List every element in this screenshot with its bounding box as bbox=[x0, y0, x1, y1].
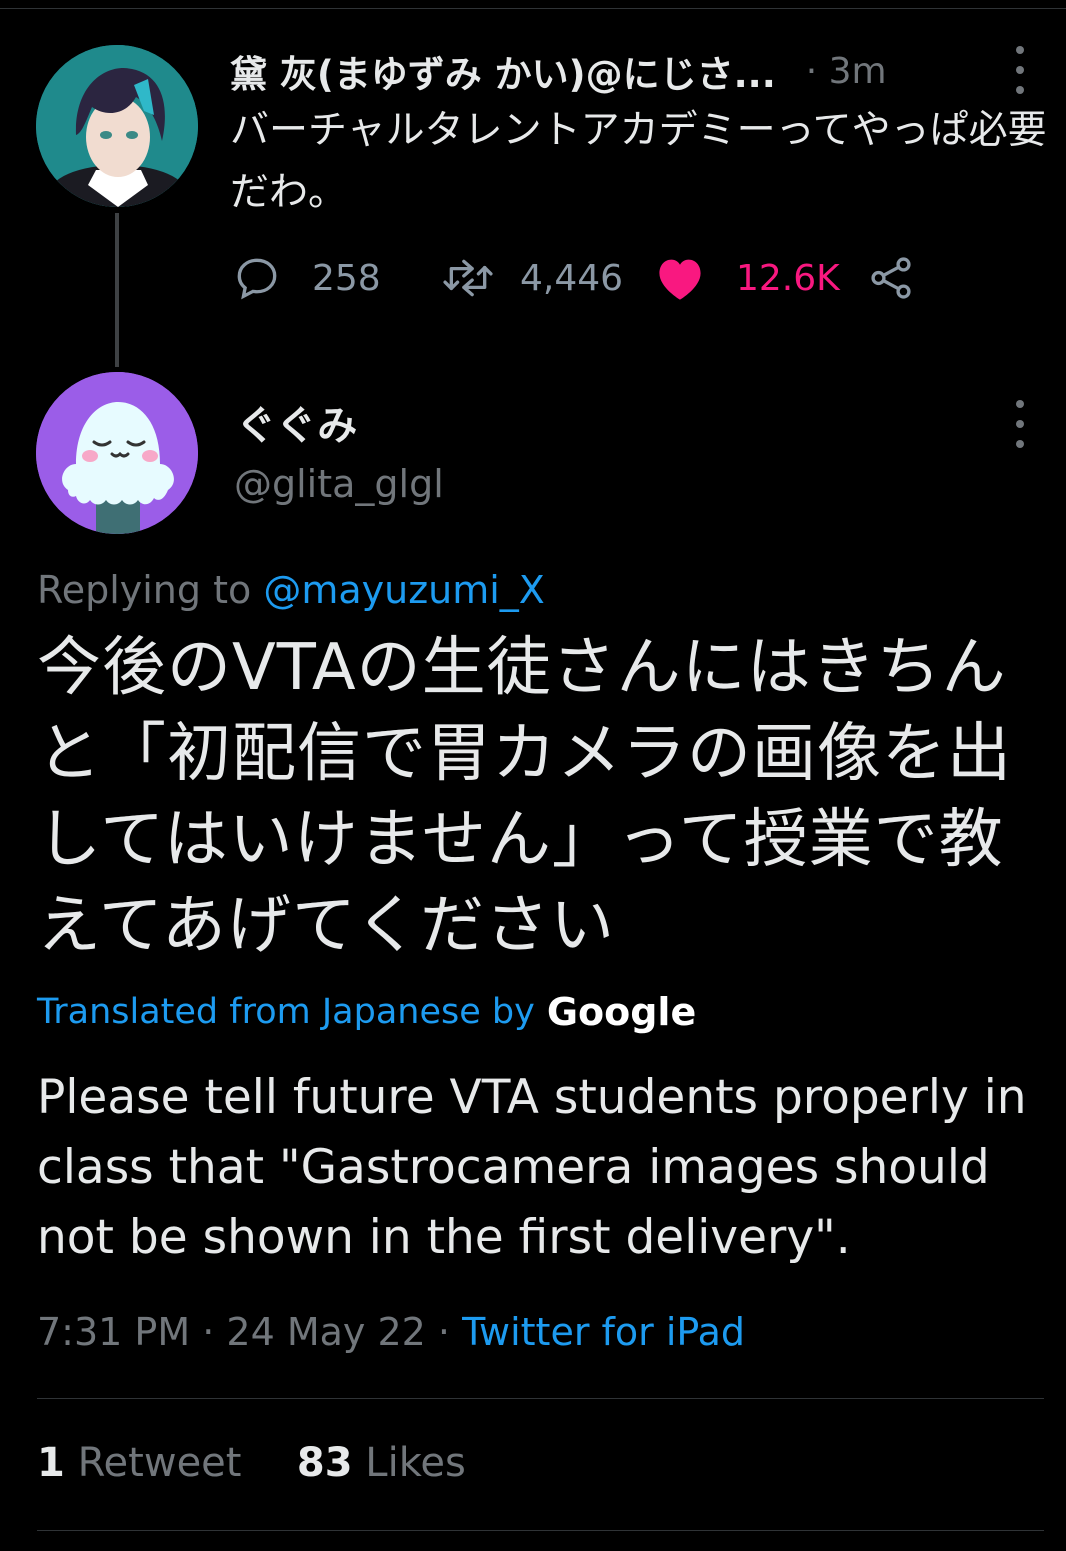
parent-action-bar: 258 4,446 12.6K bbox=[232, 250, 952, 306]
likes-stat[interactable]: 83 Likes bbox=[297, 1440, 466, 1486]
reply-button[interactable]: 258 bbox=[232, 250, 381, 306]
like-button[interactable]: 12.6K bbox=[654, 250, 840, 306]
retweet-total-label: Retweet bbox=[77, 1440, 242, 1486]
share-icon bbox=[871, 257, 911, 299]
tweet-source-link[interactable]: Twitter for iPad bbox=[462, 1310, 745, 1354]
more-options-icon[interactable] bbox=[1008, 400, 1032, 448]
like-total-label: Likes bbox=[365, 1440, 466, 1486]
heart-icon bbox=[659, 259, 701, 300]
share-button[interactable] bbox=[866, 250, 916, 306]
reply-display-name[interactable]: ぐぐみ bbox=[236, 393, 357, 451]
more-options-icon[interactable] bbox=[1008, 46, 1032, 94]
retweet-button[interactable]: 4,446 bbox=[440, 250, 623, 306]
parent-avatar[interactable] bbox=[36, 45, 198, 207]
parent-tweet[interactable]: 黛 灰(まゆずみ かい)@にじさ... · 3m バーチャルタレントアカデミーっ… bbox=[0, 0, 1066, 372]
reply-tweet-text: 今後のVTAの生徒さんにはきちんと「初配信で胃カメラの画像を出してはいけません」… bbox=[37, 631, 1012, 963]
translated-text: Please tell future VTA students properly… bbox=[37, 1070, 1027, 1265]
replying-to-line: Replying to @mayuzumi_X bbox=[37, 568, 545, 612]
retweet-icon bbox=[443, 259, 493, 297]
tweet-detail-page: 黛 灰(まゆずみ かい)@にじさ... · 3m バーチャルタレントアカデミーっ… bbox=[0, 0, 1066, 1551]
avatar-image bbox=[36, 45, 198, 207]
separator-dot: · bbox=[202, 1310, 227, 1354]
tweet-metadata: 7:31 PM · 24 May 22 · Twitter for iPad bbox=[37, 1310, 745, 1354]
replying-to-mention[interactable]: @mayuzumi_X bbox=[263, 568, 545, 612]
engagement-stats: 1 Retweet 83 Likes bbox=[37, 1440, 466, 1486]
parent-display-name[interactable]: 黛 灰(まゆずみ かい)@にじさ... bbox=[230, 44, 776, 98]
retweets-stat[interactable]: 1 Retweet bbox=[37, 1440, 241, 1486]
stats-divider-top bbox=[37, 1398, 1044, 1399]
retweet-count: 4,446 bbox=[520, 257, 624, 299]
reply-avatar[interactable] bbox=[36, 372, 198, 534]
avatar-image bbox=[36, 372, 198, 534]
like-total: 83 bbox=[296, 1440, 353, 1486]
reply-handle[interactable]: @glita_glgl bbox=[234, 462, 444, 506]
reply-icon bbox=[237, 258, 277, 300]
replying-to-label: Replying to bbox=[37, 568, 264, 612]
tweet-date[interactable]: 24 May 22 bbox=[226, 1310, 425, 1354]
translation-attribution: Translated from Japanese by Google bbox=[37, 990, 696, 1034]
stats-divider-bottom bbox=[37, 1530, 1044, 1531]
parent-header: 黛 灰(まゆずみ かい)@にじさ... · 3m bbox=[230, 44, 990, 98]
like-count: 12.6K bbox=[736, 257, 840, 299]
translated-label[interactable]: Translated from Japanese by bbox=[37, 992, 535, 1032]
parent-tweet-text: バーチャルタレントアカデミーってやっぱ必要だわ。 bbox=[230, 108, 1047, 215]
retweet-total: 1 bbox=[37, 1440, 65, 1486]
google-logo: Google bbox=[546, 990, 697, 1034]
parent-timestamp[interactable]: · 3m bbox=[806, 51, 887, 92]
tweet-time[interactable]: 7:31 PM bbox=[37, 1310, 190, 1354]
thread-connector bbox=[115, 213, 119, 367]
reply-count: 258 bbox=[312, 257, 381, 299]
separator-dot: · bbox=[437, 1310, 463, 1354]
